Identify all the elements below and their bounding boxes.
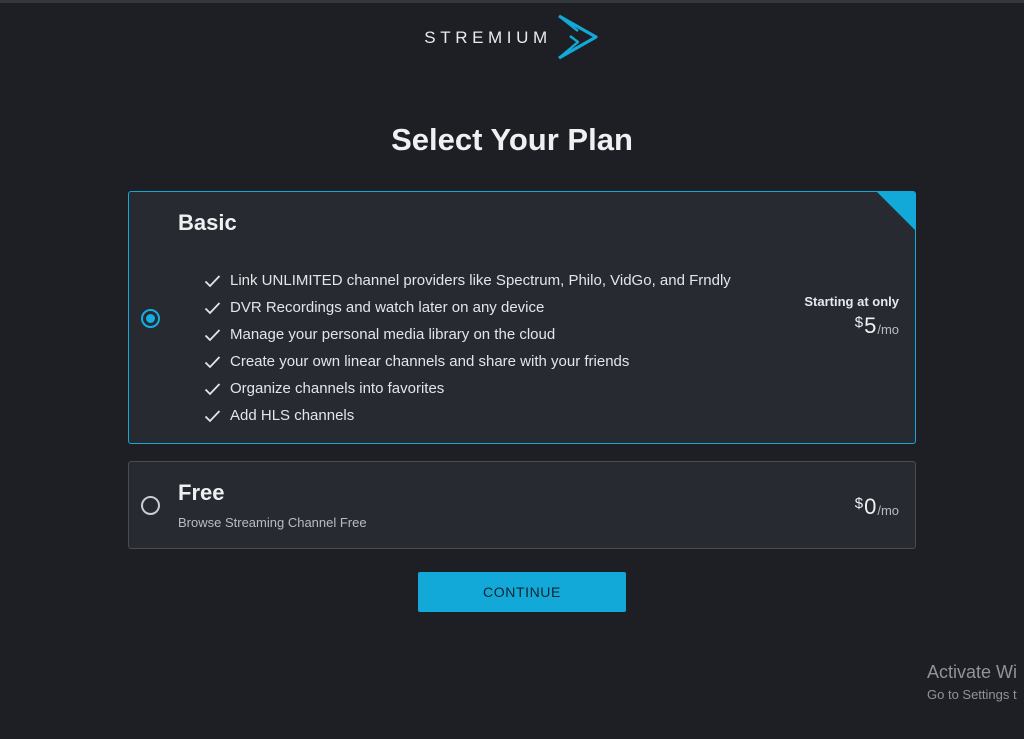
checkmark-icon <box>204 355 221 368</box>
price-amount: 0 <box>864 494 877 519</box>
plan-card-basic[interactable]: Basic Link UNLIMITED channel providers l… <box>128 191 916 444</box>
price: $ 0 /mo <box>854 494 899 519</box>
plan-radio-free[interactable] <box>141 496 160 515</box>
feature-text: Manage your personal media library on th… <box>230 326 556 343</box>
plan-description: Browse Streaming Channel Free <box>178 515 367 530</box>
watermark-title: Activate Wi <box>927 662 1018 682</box>
feature-item: Create your own linear channels and shar… <box>204 348 731 375</box>
checkmark-icon <box>204 328 221 341</box>
plan-card-free[interactable]: Free Browse Streaming Channel Free $ 0 /… <box>128 461 916 549</box>
feature-text: Link UNLIMITED channel providers like Sp… <box>230 272 731 289</box>
price-period: /mo <box>877 322 899 337</box>
price-amount: 5 <box>864 313 877 338</box>
feature-text: DVR Recordings and watch later on any de… <box>230 299 545 316</box>
page-title: Select Your Plan <box>391 122 633 157</box>
feature-item: Organize channels into favorites <box>204 375 731 402</box>
continue-button[interactable]: CONTINUE <box>418 572 626 612</box>
feature-text: Add HLS channels <box>230 407 355 424</box>
top-border <box>0 0 1024 3</box>
plan-name: Basic <box>178 210 237 235</box>
checkmark-icon <box>204 301 221 314</box>
plan-radio-basic[interactable] <box>141 309 160 328</box>
play-logo-icon <box>557 14 598 60</box>
feature-list: Link UNLIMITED channel providers like Sp… <box>204 267 731 429</box>
feature-item: Manage your personal media library on th… <box>204 321 731 348</box>
price-block: Starting at only $ 5 /mo <box>804 294 899 337</box>
checkmark-icon <box>204 274 221 287</box>
checkmark-icon <box>204 382 221 395</box>
brand-name: STREMIUM <box>424 28 552 47</box>
price-block: $ 0 /mo <box>854 490 899 519</box>
price-caption: Starting at only <box>804 294 899 309</box>
feature-item: DVR Recordings and watch later on any de… <box>204 294 731 321</box>
feature-item: Link UNLIMITED channel providers like Sp… <box>204 267 731 294</box>
activation-watermark: Activate Wi Go to Settings t <box>927 662 1017 702</box>
feature-text: Organize channels into favorites <box>230 380 445 397</box>
price-period: /mo <box>877 503 899 518</box>
price: $ 5 /mo <box>804 313 899 338</box>
watermark-subtitle: Go to Settings t <box>927 687 1017 702</box>
feature-item: Add HLS channels <box>204 402 731 429</box>
plan-name: Free <box>178 480 225 505</box>
selected-corner-flag <box>877 192 915 230</box>
price-currency: $ <box>854 495 864 512</box>
stremium-logo: STREMIUM <box>0 14 1024 60</box>
feature-text: Create your own linear channels and shar… <box>230 353 630 370</box>
price-currency: $ <box>854 314 864 331</box>
checkmark-icon <box>204 409 221 422</box>
